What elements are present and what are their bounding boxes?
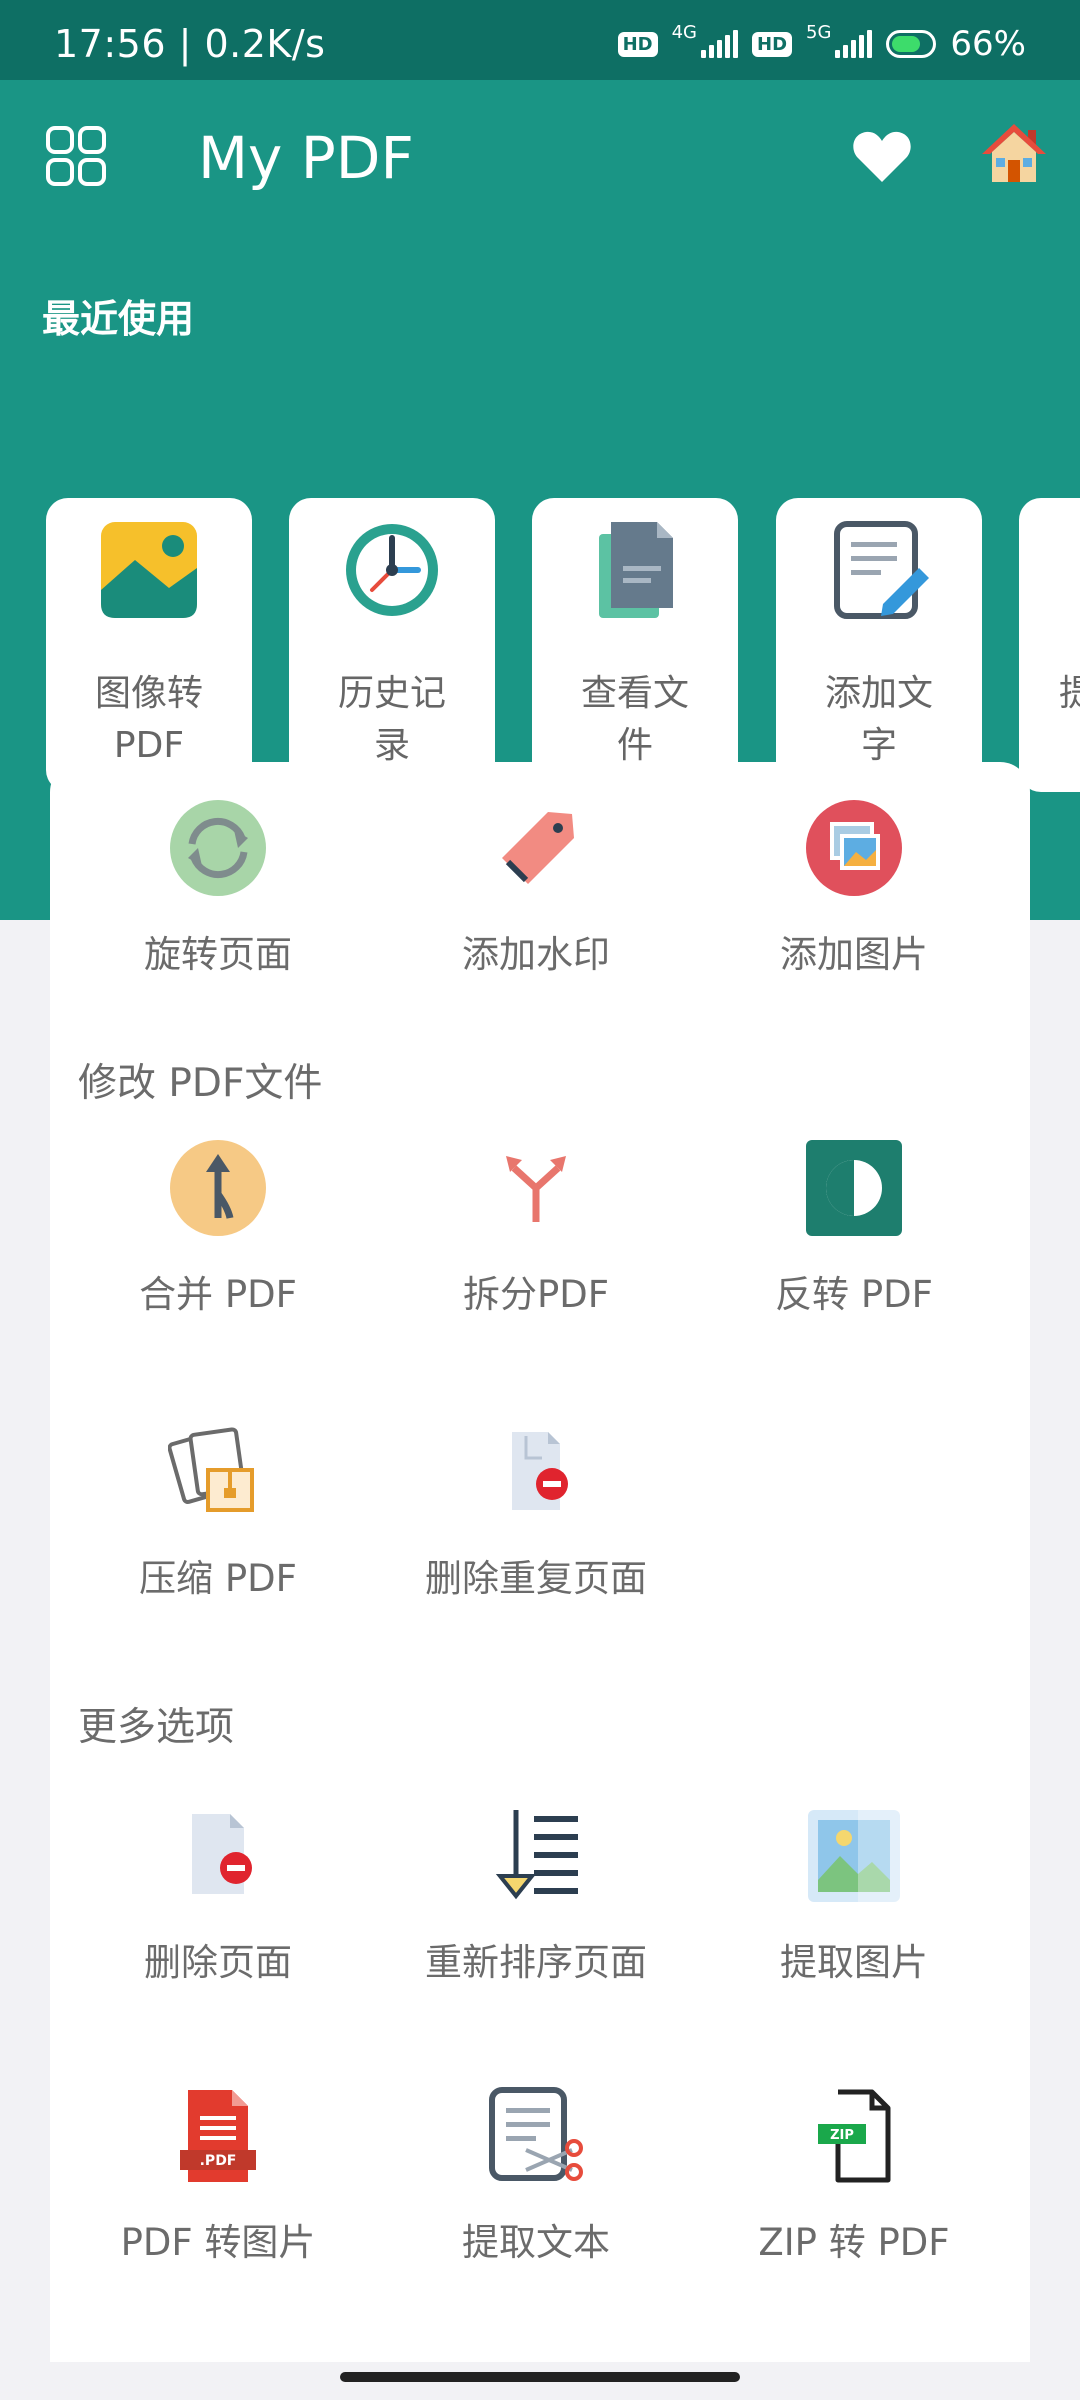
recent-section-title: 最近使用 <box>42 297 195 341</box>
pdf-file-icon: .PDF <box>180 2090 256 2182</box>
network-type-2: 5G <box>806 21 832 43</box>
tool-label: PDF 转图片 <box>120 2221 316 2264</box>
recent-label: 图像转 PDF <box>94 673 203 766</box>
merge-icon <box>170 1140 266 1236</box>
zip-to-pdf-button[interactable]: ZIP ZIP 转 PDF <box>704 2086 1004 2266</box>
tool-label: 反转 PDF <box>775 1273 933 1316</box>
split-pdf-button[interactable]: 拆分PDF <box>386 1138 686 1318</box>
extract-images-button[interactable]: 提取图片 <box>704 1806 1004 1986</box>
tag-icon <box>502 812 574 884</box>
recent-extract[interactable]: 提 <box>1019 498 1080 792</box>
recent-add-text[interactable]: 添加文字 <box>776 498 982 792</box>
tool-label: 提取图片 <box>780 1941 928 1984</box>
add-watermark-button[interactable]: 添加水印 <box>386 798 686 978</box>
recent-history[interactable]: 历史记录 <box>289 498 495 792</box>
tools-panel: 旋转页面 添加水印 添加图片 修改 PDF文件 合并 PDF 拆分PDF 反转 … <box>50 762 1030 2362</box>
recent-image-to-pdf[interactable]: 图像转 PDF <box>46 498 252 792</box>
merge-pdf-button[interactable]: 合并 PDF <box>68 1138 368 1318</box>
recent-label: 添加文字 <box>824 673 933 766</box>
remove-duplicate-icon <box>512 1432 568 1510</box>
delete-pages-button[interactable]: 删除页面 <box>68 1806 368 1986</box>
invert-icon <box>806 1140 902 1236</box>
tool-label: ZIP 转 PDF <box>758 2221 950 2264</box>
home-indicator[interactable] <box>340 2372 740 2382</box>
extract-text-icon <box>489 2087 583 2181</box>
pdf-to-image-button[interactable]: .PDF PDF 转图片 <box>68 2086 368 2266</box>
add-image-button[interactable]: 添加图片 <box>704 798 1004 978</box>
compress-pdf-button[interactable]: 压缩 PDF <box>68 1422 368 1602</box>
recent-view-files[interactable]: 查看文件 <box>532 498 738 792</box>
tool-label: 重新排序页面 <box>425 1941 647 1984</box>
hd-badge-2: HD <box>752 31 793 57</box>
recent-label: 历史记录 <box>337 673 446 766</box>
delete-page-icon <box>192 1814 252 1894</box>
battery-level: 66% <box>950 24 1026 64</box>
signal-icon <box>701 30 738 58</box>
status-time: 17:56 | 0.2K/s <box>54 22 326 66</box>
tool-label: 添加图片 <box>780 933 928 976</box>
heart-icon[interactable] <box>850 124 914 188</box>
tool-label: 删除页面 <box>144 1941 292 1984</box>
edit-document-icon <box>834 521 929 619</box>
tool-label: 合并 PDF <box>139 1273 297 1316</box>
grid-menu-icon[interactable] <box>44 124 108 188</box>
tool-label: 旋转页面 <box>144 933 292 976</box>
svg-text:ZIP: ZIP <box>830 2128 854 2143</box>
zip-file-icon: ZIP <box>818 2089 891 2183</box>
reorder-pages-button[interactable]: 重新排序页面 <box>386 1806 686 1986</box>
extract-text-button[interactable]: 提取文本 <box>386 2086 686 2266</box>
status-icons: HD 4G HD 5G 66% <box>617 21 1026 64</box>
remove-duplicate-pages-button[interactable]: 删除重复页面 <box>386 1422 686 1602</box>
tool-label: 压缩 PDF <box>139 1557 297 1600</box>
split-icon <box>506 1156 566 1222</box>
tool-label: 拆分PDF <box>462 1273 610 1316</box>
home-icon[interactable] <box>980 120 1048 188</box>
invert-pdf-button[interactable]: 反转 PDF <box>704 1138 1004 1318</box>
recent-carousel[interactable]: 图像转 PDF 历史记录 查看文件 添加文 字 提 <box>0 498 1080 792</box>
picture-icon <box>808 1810 900 1902</box>
battery-icon <box>886 30 937 58</box>
compress-icon <box>167 1427 254 1512</box>
section-title-more: 更多选项 <box>78 1705 235 1750</box>
tool-label: 添加水印 <box>462 933 610 976</box>
image-icon <box>101 522 197 618</box>
hd-badge-1: HD <box>617 31 658 57</box>
recent-label: 提 <box>1059 673 1080 714</box>
recent-label: 查看文件 <box>580 673 689 766</box>
svg-text:.PDF: .PDF <box>200 2153 237 2169</box>
status-bar: 17:56 | 0.2K/s HD 4G HD 5G 66% <box>0 0 1080 80</box>
rotate-icon <box>170 800 266 896</box>
tool-label: 删除重复页面 <box>425 1557 647 1600</box>
clock-icon <box>346 524 438 616</box>
network-type-1: 4G <box>671 21 697 43</box>
tool-label: 提取文本 <box>462 2221 610 2264</box>
app-title: My PDF <box>198 124 414 192</box>
sort-icon <box>495 1810 578 1900</box>
section-title-modify: 修改 PDF文件 <box>78 1061 323 1106</box>
rotate-page-button[interactable]: 旋转页面 <box>68 798 368 978</box>
signal-icon <box>835 30 873 58</box>
add-image-icon <box>806 800 902 896</box>
document-icon <box>599 522 673 618</box>
